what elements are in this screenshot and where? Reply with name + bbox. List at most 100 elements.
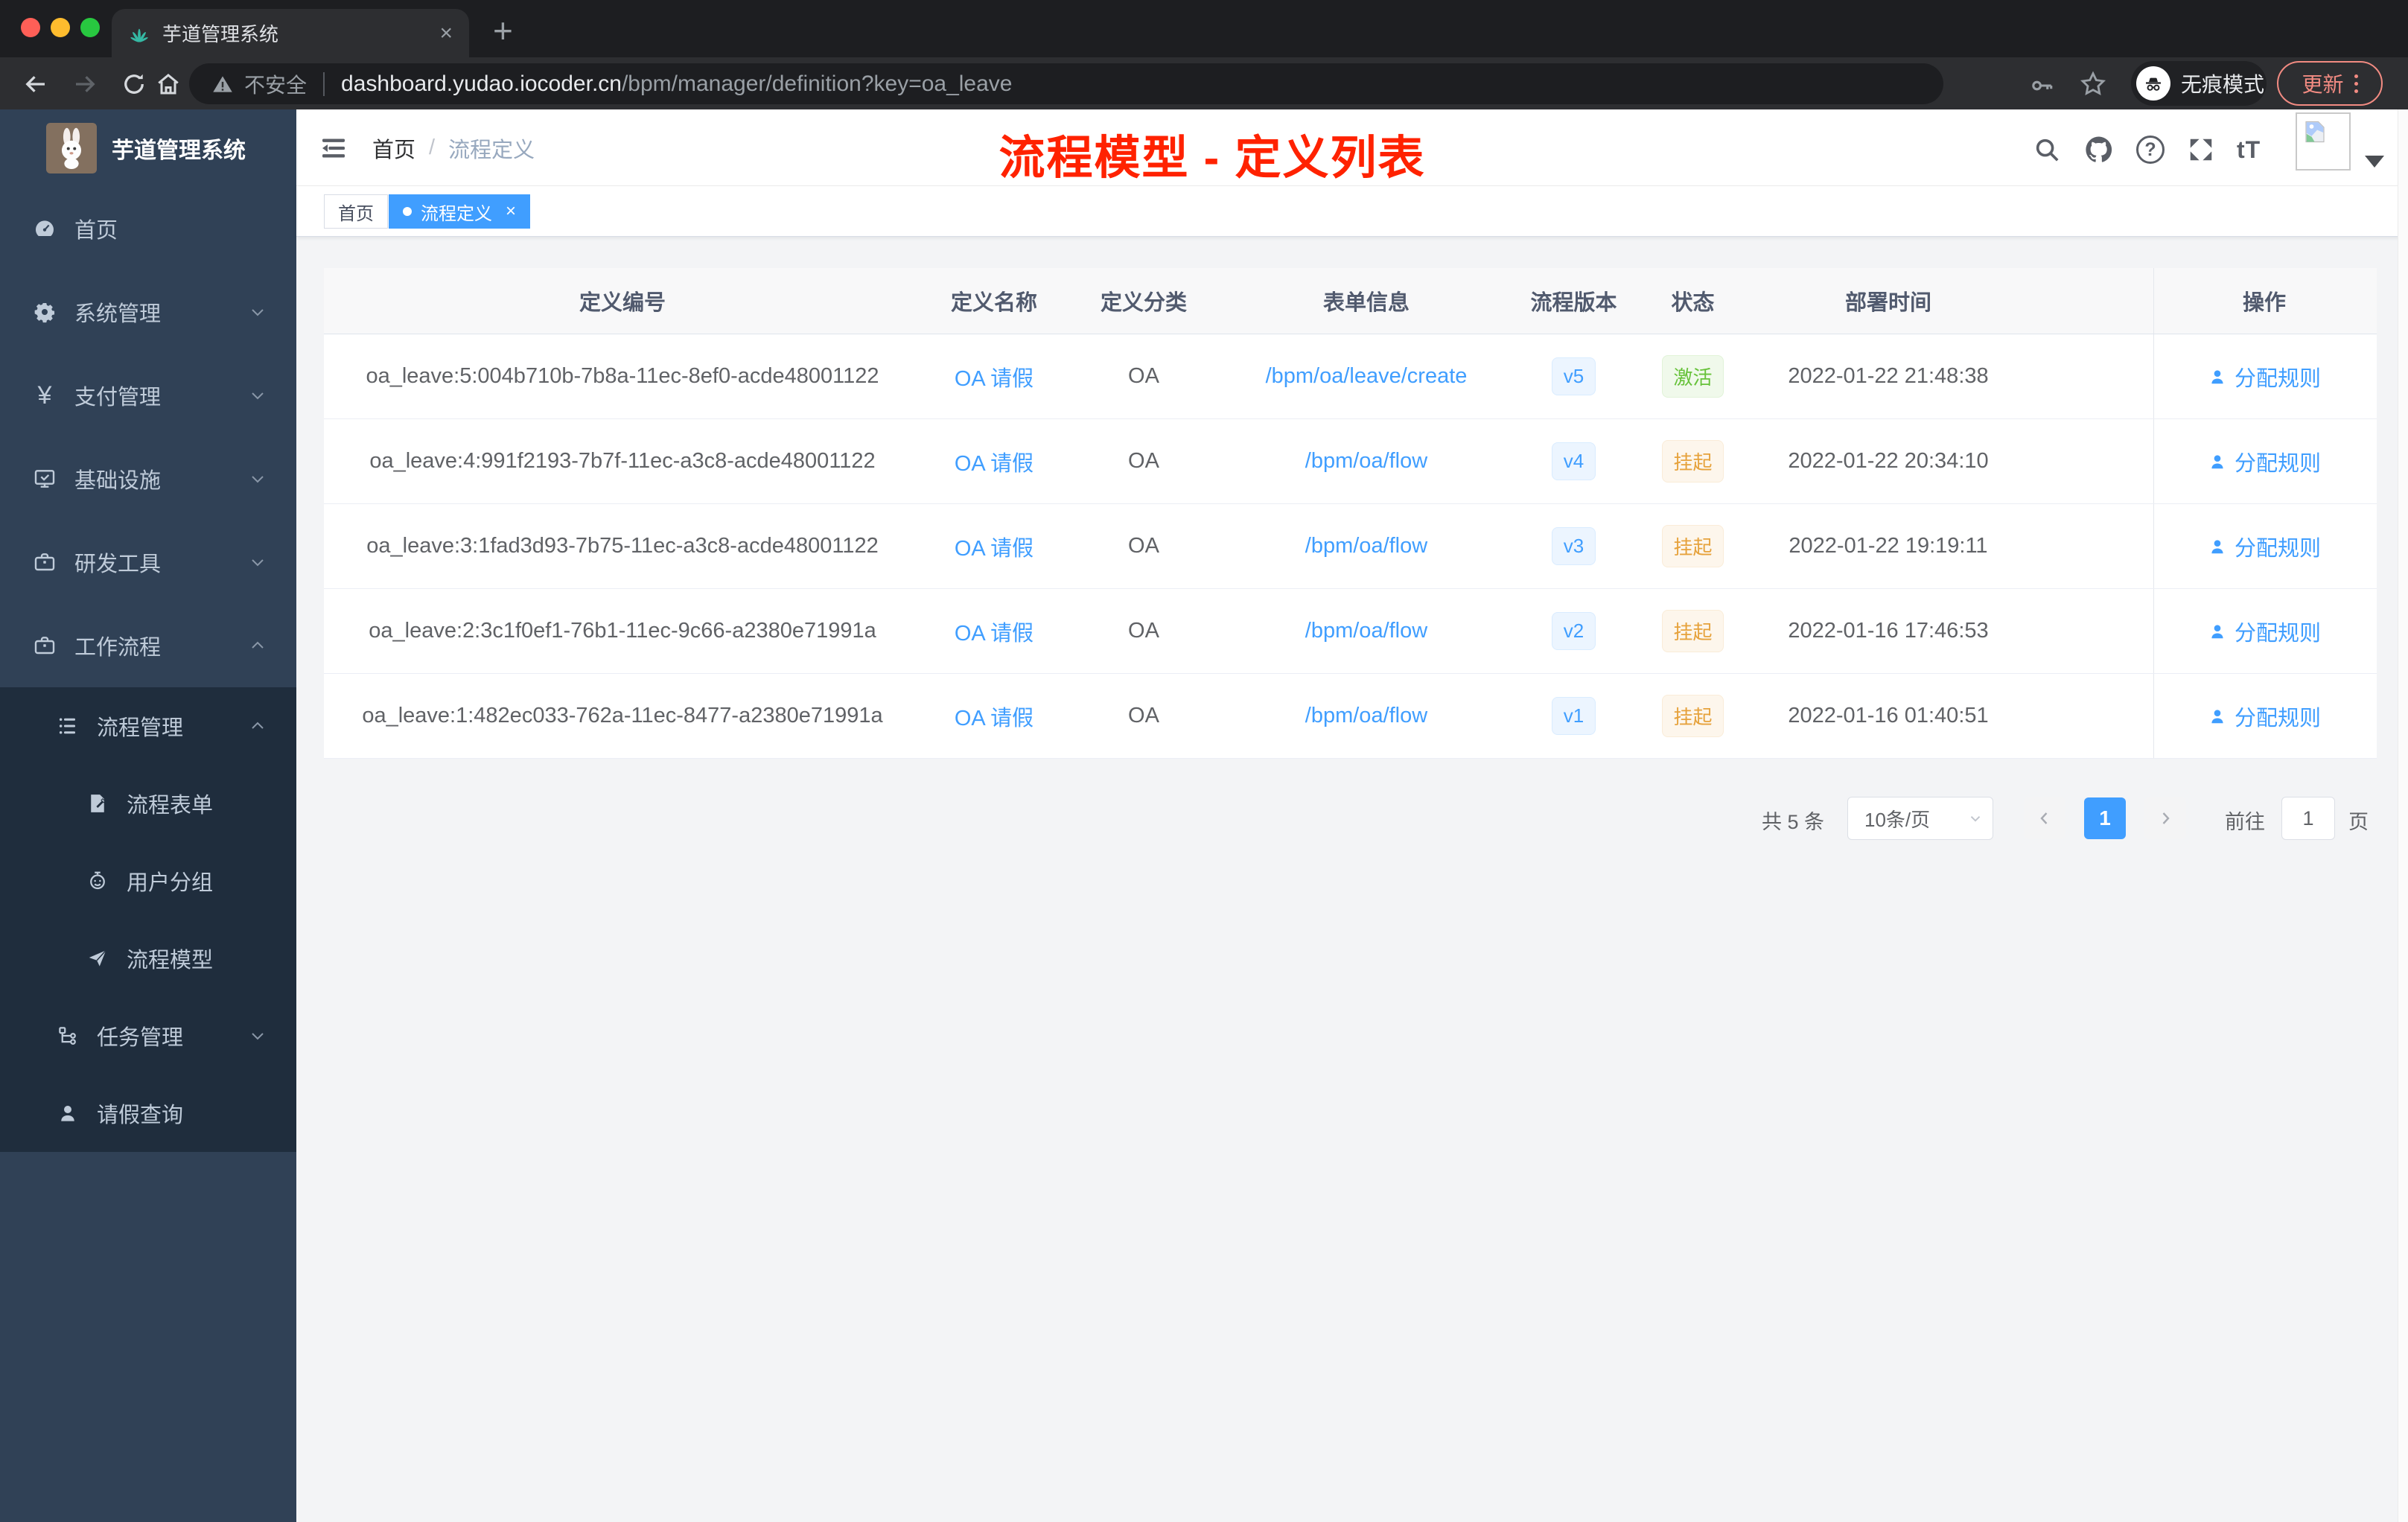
- sidebar-menu: 首页 系统管理 ¥ 支付管理 基础设施 研发工具 工作流程: [0, 187, 296, 687]
- col-header-version: 流程版本: [1530, 291, 1617, 315]
- browser-update-button[interactable]: 更新: [2277, 61, 2383, 106]
- menu-dots-icon[interactable]: [2354, 74, 2358, 93]
- sidebar-item-devtools[interactable]: 研发工具: [0, 520, 296, 604]
- back-icon[interactable]: [22, 71, 49, 98]
- col-header-deploy-time: 部署时间: [1844, 291, 1931, 315]
- assign-rule-button[interactable]: 分配规则: [2235, 531, 2321, 562]
- table-row: oa_leave:1:482ec033-762a-11ec-8477-a2380…: [324, 674, 2377, 759]
- breadcrumb: 首页 / 流程定义: [372, 109, 535, 186]
- sidebar-item-payment[interactable]: ¥ 支付管理: [0, 354, 296, 437]
- form-link[interactable]: /bpm/oa/leave/create: [1266, 364, 1468, 389]
- window-close-button[interactable]: [21, 18, 40, 37]
- sidebar-logo-row[interactable]: 芋道管理系统: [0, 121, 296, 175]
- prev-page-button[interactable]: [2024, 797, 2065, 839]
- assign-user-icon: [2208, 537, 2227, 556]
- col-header-status: 状态: [1671, 291, 1715, 315]
- sidebar-item-system[interactable]: 系统管理: [0, 270, 296, 354]
- forward-icon[interactable]: [71, 71, 98, 98]
- sidebar-item-infra[interactable]: 基础设施: [0, 437, 296, 520]
- content-area: 定义编号 定义名称 定义分类 表单信息 流程版本 状态 部署时间 操作 oa_l…: [296, 237, 2408, 1395]
- sidebar-item-home[interactable]: 首页: [0, 187, 296, 270]
- new-tab-button[interactable]: +: [493, 10, 513, 51]
- avatar[interactable]: [2296, 112, 2351, 171]
- sidebar-item-user-group[interactable]: 用户分组: [0, 842, 296, 920]
- breadcrumb-home[interactable]: 首页: [372, 133, 415, 164]
- form-info-cell: /bpm/oa/leave/create: [1220, 334, 1512, 418]
- next-page-button[interactable]: [2144, 797, 2186, 839]
- github-icon[interactable]: [2083, 134, 2115, 165]
- sidebar-item-process-model[interactable]: 流程模型: [0, 920, 296, 997]
- assign-rule-button[interactable]: 分配规则: [2235, 446, 2321, 477]
- definition-category: OA: [1128, 449, 1159, 473]
- tab-close-icon[interactable]: ×: [439, 21, 453, 46]
- browser-tab[interactable]: 芋道管理系统 ×: [112, 9, 469, 57]
- reload-icon[interactable]: [121, 71, 147, 98]
- page-scrollbar[interactable]: [2398, 109, 2408, 1522]
- key-icon[interactable]: [2029, 73, 2054, 98]
- caret-down-icon[interactable]: [2365, 156, 2384, 168]
- search-icon[interactable]: [2033, 136, 2061, 164]
- definition-name-cell: OA 请假: [921, 504, 1067, 588]
- font-size-icon[interactable]: tT: [2237, 136, 2261, 164]
- sidebar-item-process-mgmt[interactable]: 流程管理: [0, 687, 296, 765]
- robot-icon: [86, 870, 109, 892]
- home-icon[interactable]: [155, 71, 182, 98]
- deploy-time-cell: 2022-01-22 19:19:11: [1751, 504, 2026, 588]
- help-icon[interactable]: ?: [2136, 136, 2165, 164]
- definition-name-link[interactable]: OA 请假: [955, 616, 1033, 647]
- definition-name-link[interactable]: OA 请假: [955, 531, 1033, 562]
- deploy-time-cell: 2022-01-22 21:48:38: [1751, 334, 2026, 418]
- version-badge: v4: [1551, 442, 1596, 480]
- sidebar-item-label: 基础设施: [74, 469, 162, 493]
- assign-rule-button[interactable]: 分配规则: [2235, 701, 2321, 732]
- bookmark-star-icon[interactable]: [2079, 70, 2107, 98]
- form-link[interactable]: /bpm/oa/flow: [1305, 704, 1427, 728]
- dashboard-icon: [33, 217, 57, 241]
- status-badge: 挂起: [1662, 610, 1724, 652]
- assign-user-icon: [2208, 622, 2227, 641]
- paper-plane-icon: [86, 947, 109, 969]
- sidebar-item-label: 首页: [74, 219, 118, 243]
- fullscreen-icon[interactable]: [2187, 136, 2215, 164]
- sidebar-item-label: 流程表单: [127, 794, 214, 818]
- status-cell: 挂起: [1635, 674, 1751, 758]
- page-size-select[interactable]: 10条/页: [1847, 797, 1993, 840]
- form-link[interactable]: /bpm/oa/flow: [1305, 619, 1427, 643]
- form-icon: [86, 792, 109, 815]
- tag-close-icon[interactable]: ×: [506, 201, 516, 222]
- sidebar-item-task-mgmt[interactable]: 任务管理: [0, 997, 296, 1074]
- assign-rule-button[interactable]: 分配规则: [2235, 361, 2321, 392]
- logo-rabbit-avatar: [46, 123, 97, 173]
- definition-name-link[interactable]: OA 请假: [955, 446, 1033, 477]
- chevron-down-icon: [249, 1027, 267, 1045]
- tag-process-definition[interactable]: 流程定义 ×: [389, 194, 531, 229]
- sidebar-item-label: 任务管理: [97, 1026, 184, 1050]
- definition-name-link[interactable]: OA 请假: [955, 701, 1033, 732]
- yen-icon: ¥: [37, 380, 52, 410]
- question-glyph: ?: [2136, 136, 2165, 164]
- definition-name-link[interactable]: OA 请假: [955, 361, 1033, 392]
- tag-home[interactable]: 首页: [324, 194, 388, 229]
- goto-page-input[interactable]: [2281, 797, 2335, 840]
- sidebar-item-workflow[interactable]: 工作流程: [0, 604, 296, 687]
- form-link[interactable]: /bpm/oa/flow: [1305, 449, 1427, 474]
- page-number-current[interactable]: 1: [2084, 797, 2126, 839]
- definition-id: oa_leave:5:004b710b-7b8a-11ec-8ef0-acde4…: [366, 364, 879, 388]
- col-header-category: 定义分类: [1100, 291, 1187, 315]
- sidebar-item-process-form[interactable]: 流程表单: [0, 765, 296, 842]
- window-maximize-button[interactable]: [80, 18, 100, 37]
- app-title: 芋道管理系统: [112, 138, 246, 163]
- browser-chrome: 芋道管理系统 × + 不安全 dashboard.yudao.iocoder.c…: [0, 0, 2408, 109]
- url-bar[interactable]: 不安全 dashboard.yudao.iocoder.cn/bpm/manag…: [189, 63, 1943, 104]
- url-path: /bpm/manager/definition?key=oa_leave: [621, 71, 1013, 96]
- incognito-icon: [2136, 66, 2170, 101]
- filler-cell: [2026, 589, 2153, 673]
- hamburger-icon[interactable]: [319, 133, 348, 163]
- form-link[interactable]: /bpm/oa/flow: [1305, 534, 1427, 558]
- assign-rule-button[interactable]: 分配规则: [2235, 616, 2321, 647]
- actions-cell: 分配规则: [2153, 334, 2374, 418]
- definition-id: oa_leave:4:991f2193-7b7f-11ec-a3c8-acde4…: [369, 449, 876, 473]
- window-minimize-button[interactable]: [51, 18, 70, 37]
- sidebar-item-leave-query[interactable]: 请假查询: [0, 1074, 296, 1152]
- table-row: oa_leave:2:3c1f0ef1-76b1-11ec-9c66-a2380…: [324, 589, 2377, 674]
